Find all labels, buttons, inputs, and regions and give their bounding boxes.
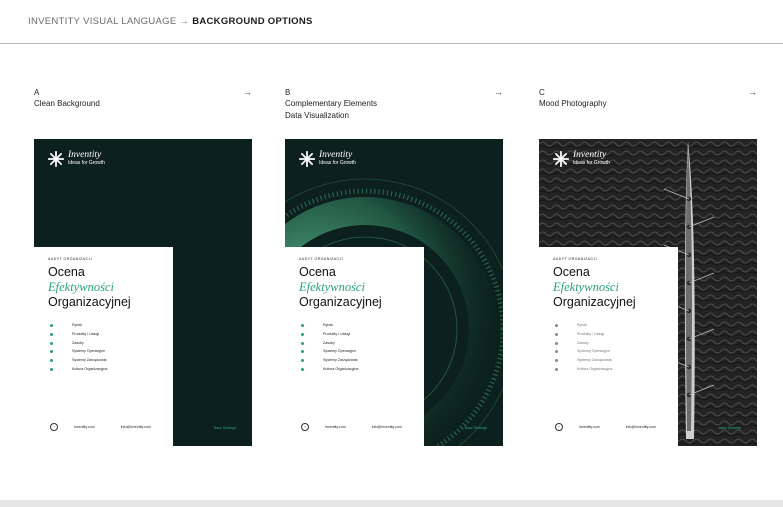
brand-logo: Inventity Ideas for Growth <box>48 150 105 167</box>
footer-right-label: Nasz Strategii <box>464 426 487 430</box>
footer-email: info@inventity.com <box>371 425 402 429</box>
bottom-scroll-strip <box>0 500 783 507</box>
footer-right-label: Nasz Strategii <box>213 426 236 430</box>
option-label-secondary: Data Visualization <box>285 110 349 120</box>
breadcrumb-separator: → <box>179 16 190 27</box>
list-item: Produkty / Usługi <box>301 330 358 339</box>
option-label: Clean Background <box>34 99 100 108</box>
doc-topic-list: Rynek Produkty / Usługi Zasoby Systemy O… <box>301 321 358 374</box>
chevron-right-icon: › <box>555 423 563 431</box>
footer-site: inventity.com <box>325 425 346 429</box>
footer-site: inventity.com <box>579 425 600 429</box>
brand-logo: Inventity Ideas for Growth <box>299 150 356 167</box>
doc-kicker: AUDYT ORGANIZACJI <box>299 257 344 261</box>
doc-title: Ocena Efektywności Organizacyjnej <box>299 265 382 309</box>
breadcrumb-section[interactable]: INVENTITY VISUAL LANGUAGE <box>28 16 176 27</box>
footer-site: inventity.com <box>74 425 95 429</box>
option-a-header[interactable]: A Clean Background → <box>34 87 252 110</box>
chevron-right-icon: › <box>50 423 58 431</box>
option-c-preview-card[interactable]: Inventity Ideas for Growth AUDYT ORGANIZ… <box>539 139 757 446</box>
arrow-right-icon[interactable]: → <box>494 87 503 97</box>
list-item: Produkty / Usługi <box>555 330 612 339</box>
breadcrumb-current-page: BACKGROUND OPTIONS <box>192 16 313 27</box>
doc-title: Ocena Efektywności Organizacyjnej <box>48 265 131 309</box>
asterisk-logo-icon <box>299 151 315 167</box>
document-panel: AUDYT ORGANIZACJI Ocena Efektywności Org… <box>539 247 678 446</box>
arrow-right-icon[interactable]: → <box>748 87 757 97</box>
doc-title: Ocena Efektywności Organizacyjnej <box>553 265 636 309</box>
brand-tagline: Ideas for Growth <box>319 160 356 166</box>
document-panel: AUDYT ORGANIZACJI Ocena Efektywności Org… <box>34 247 173 446</box>
option-a-preview-card[interactable]: Inventity Ideas for Growth AUDYT ORGANIZ… <box>34 139 252 446</box>
list-item: Kultura Organizacyjna <box>50 365 107 374</box>
brand-name: Inventity <box>68 150 102 160</box>
list-item: Systemy Operacyjne <box>301 347 358 356</box>
brand-logo: Inventity Ideas for Growth <box>553 150 610 167</box>
doc-kicker: AUDYT ORGANIZACJI <box>48 257 93 261</box>
option-label: Mood Photography <box>539 99 607 108</box>
list-item: Produkty / Usługi <box>50 330 107 339</box>
doc-footer: › inventity.com info@inventity.com <box>50 423 160 431</box>
list-item: Systemy Zarządzania <box>555 356 612 365</box>
asterisk-logo-icon <box>553 151 569 167</box>
arrow-right-icon[interactable]: → <box>243 87 252 97</box>
list-item: Systemy Operacyjne <box>555 347 612 356</box>
doc-footer: › inventity.com info@inventity.com <box>301 423 411 431</box>
list-item: Systemy Zarządzania <box>301 356 358 365</box>
list-item: Zasoby <box>555 339 612 348</box>
option-c-header[interactable]: C Mood Photography → <box>539 87 757 110</box>
doc-topic-list: Rynek Produkty / Usługi Zasoby Systemy O… <box>50 321 107 374</box>
brand-name: Inventity <box>573 150 607 160</box>
footer-right-label: Nasz Strategii <box>718 426 741 430</box>
list-item: Zasoby <box>50 339 107 348</box>
asterisk-logo-icon <box>48 151 64 167</box>
brand-tagline: Ideas for Growth <box>573 160 610 166</box>
option-b-header[interactable]: B Complementary Elements Data Visualizat… <box>285 87 503 121</box>
doc-footer: › inventity.com info@inventity.com <box>555 423 665 431</box>
brand-tagline: Ideas for Growth <box>68 160 105 166</box>
chevron-right-icon: › <box>301 423 309 431</box>
option-letter: A <box>34 88 40 97</box>
option-b-preview-card[interactable]: Inventity Ideas for Growth AUDYT ORGANIZ… <box>285 139 503 446</box>
document-panel: AUDYT ORGANIZACJI Ocena Efektywności Org… <box>285 247 424 446</box>
list-item: Systemy Operacyjne <box>50 347 107 356</box>
option-label: Complementary Elements <box>285 99 378 108</box>
list-item: Systemy Zarządzania <box>50 356 107 365</box>
list-item: Zasoby <box>301 339 358 348</box>
list-item: Rynek <box>555 321 612 330</box>
doc-topic-list: Rynek Produkty / Usługi Zasoby Systemy O… <box>555 321 612 374</box>
option-letter: B <box>285 88 291 97</box>
option-letter: C <box>539 88 545 97</box>
list-item: Rynek <box>301 321 358 330</box>
page-header: INVENTITY VISUAL LANGUAGE → BACKGROUND O… <box>0 0 783 44</box>
list-item: Rynek <box>50 321 107 330</box>
doc-kicker: AUDYT ORGANIZACJI <box>553 257 598 261</box>
list-item: Kultura Organizacyjna <box>301 365 358 374</box>
footer-email: info@inventity.com <box>625 425 656 429</box>
brand-name: Inventity <box>319 150 353 160</box>
footer-email: info@inventity.com <box>120 425 151 429</box>
breadcrumb: INVENTITY VISUAL LANGUAGE → BACKGROUND O… <box>28 16 313 27</box>
list-item: Kultura Organizacyjna <box>555 365 612 374</box>
